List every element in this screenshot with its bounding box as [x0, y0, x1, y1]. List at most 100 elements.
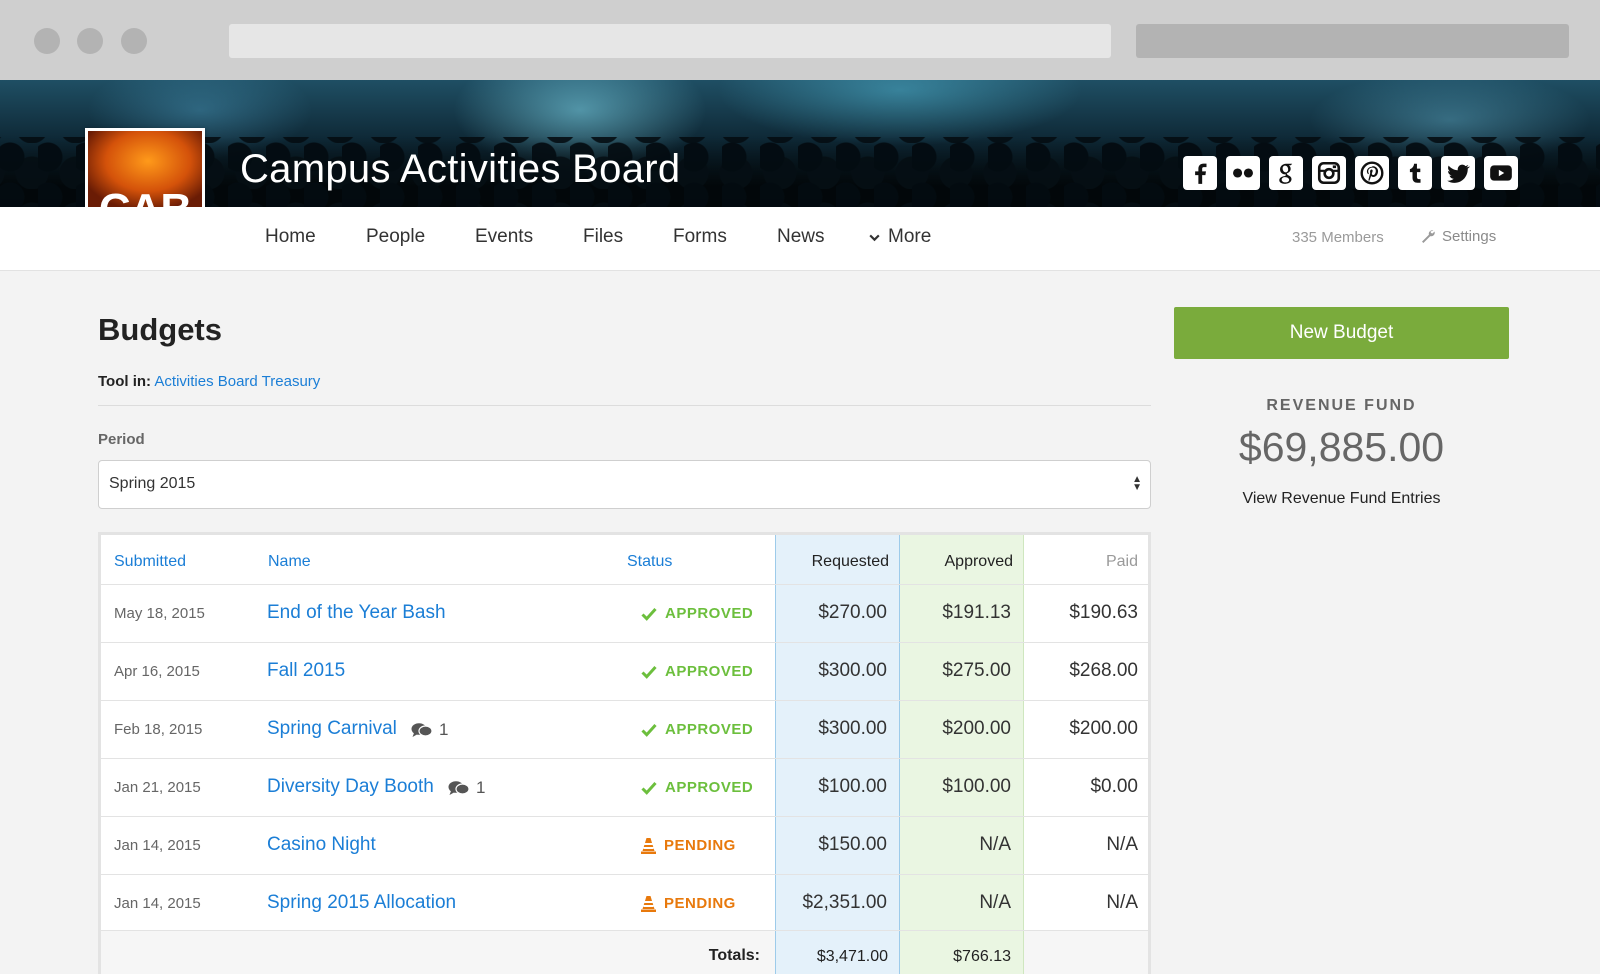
comment-count[interactable]: 1 — [411, 720, 448, 740]
address-bar[interactable] — [229, 24, 1111, 58]
nav-forms[interactable]: Forms — [673, 226, 727, 248]
paid-amount: $268.00 — [1069, 660, 1138, 681]
requested-amount: $270.00 — [818, 602, 887, 623]
settings-label: Settings — [1442, 228, 1497, 245]
budget-name-link[interactable]: Spring 2015 Allocation — [267, 892, 456, 914]
submitted-date: Jan 14, 2015 — [114, 895, 201, 912]
table-row[interactable]: May 18, 2015 End of the Year Bash APPROVED… — [101, 584, 1148, 642]
header-banner: Campus Activities Board — [0, 80, 1600, 207]
status-badge: APPROVED — [641, 721, 753, 738]
members-count[interactable]: 335 Members — [1292, 229, 1384, 246]
requested-amount: $150.00 — [818, 834, 887, 855]
google-plus-icon[interactable] — [1269, 156, 1303, 190]
header-requested: Requested — [811, 553, 889, 570]
budget-name-link[interactable]: End of the Year Bash — [267, 602, 446, 624]
nav-news[interactable]: News — [777, 226, 825, 248]
period-value: Spring 2015 — [109, 475, 196, 492]
facebook-icon[interactable] — [1183, 156, 1217, 190]
paid-amount: $190.63 — [1069, 602, 1138, 623]
twitter-icon[interactable] — [1441, 156, 1475, 190]
comments-icon — [448, 780, 470, 795]
revenue-fund-label: REVENUE FUND — [1266, 397, 1417, 414]
nav-more-label: More — [888, 226, 932, 247]
tool-in-label: Tool in: — [98, 373, 152, 390]
table-row[interactable]: Jan 14, 2015 Casino Night PENDING $150.00 N/… — [101, 816, 1148, 874]
status-label: APPROVED — [665, 779, 754, 796]
instagram-icon[interactable] — [1312, 156, 1346, 190]
pinterest-icon[interactable] — [1355, 156, 1389, 190]
window-maximize-dot[interactable] — [121, 28, 147, 54]
comment-count-value: 1 — [476, 778, 486, 797]
approved-amount: N/A — [979, 892, 1011, 913]
approved-amount: $275.00 — [942, 660, 1011, 681]
period-select[interactable]: Spring 2015 ▲ ▼ — [98, 460, 1151, 509]
submitted-date: May 18, 2015 — [114, 605, 205, 622]
approved-amount: $100.00 — [942, 776, 1011, 797]
comment-count[interactable]: 1 — [448, 778, 485, 798]
nav-home[interactable]: Home — [265, 226, 316, 248]
requested-amount: $2,351.00 — [802, 892, 887, 913]
revenue-fund-value: $69,885.00 — [1238, 424, 1445, 470]
budget-name-link[interactable]: Diversity Day Booth — [267, 776, 434, 798]
table-row[interactable]: Jan 21, 2015 Diversity Day Booth 1 APPROVED… — [101, 758, 1148, 816]
paid-amount: $200.00 — [1069, 718, 1138, 739]
table-row[interactable]: Apr 16, 2015 Fall 2015 APPROVED $300.00 $275… — [101, 642, 1148, 700]
requested-amount: $300.00 — [818, 718, 887, 739]
social-links — [1183, 156, 1518, 190]
check-icon — [641, 665, 657, 679]
totals-label: Totals: — [708, 947, 760, 964]
traffic-cone-icon — [641, 838, 656, 854]
approved-amount: N/A — [979, 834, 1011, 855]
budget-name-link[interactable]: Casino Night — [267, 834, 376, 856]
tool-in-link[interactable]: Activities Board Treasury — [154, 373, 320, 390]
approved-amount: $200.00 — [942, 718, 1011, 739]
header-name[interactable]: Name — [268, 553, 311, 571]
status-label: APPROVED — [665, 663, 754, 680]
submitted-date: Jan 21, 2015 — [114, 779, 201, 796]
new-budget-button[interactable]: New Budget — [1174, 307, 1509, 359]
table-header: Submitted Name Status Requested Approved… — [101, 535, 1148, 584]
status-label: PENDING — [664, 895, 736, 912]
youtube-icon[interactable] — [1484, 156, 1518, 190]
flickr-icon[interactable] — [1226, 156, 1260, 190]
status-label: PENDING — [664, 837, 736, 854]
approved-amount: $191.13 — [942, 602, 1011, 623]
totals-approved: $766.13 — [953, 948, 1011, 965]
main-nav: Home People Events Files Forms News More… — [0, 207, 1600, 271]
view-revenue-fund-link[interactable]: View Revenue Fund Entries — [1174, 490, 1509, 508]
status-label: APPROVED — [665, 605, 754, 622]
table-row[interactable]: Feb 18, 2015 Spring Carnival 1 APPROVED $300… — [101, 700, 1148, 758]
status-badge: APPROVED — [641, 663, 753, 680]
header-submitted[interactable]: Submitted — [114, 553, 186, 571]
table-row[interactable]: Jan 14, 2015 Spring 2015 Allocation PENDIN… — [101, 874, 1148, 932]
check-icon — [641, 607, 657, 621]
paid-amount: $0.00 — [1090, 776, 1138, 797]
header-status[interactable]: Status — [627, 553, 672, 571]
requested-amount: $300.00 — [818, 660, 887, 681]
budget-name-link[interactable]: Spring Carnival — [267, 718, 397, 740]
nav-files[interactable]: Files — [583, 226, 623, 248]
status-badge: PENDING — [641, 895, 736, 912]
divider — [98, 405, 1151, 406]
submitted-date: Jan 14, 2015 — [114, 837, 201, 854]
window-minimize-dot[interactable] — [77, 28, 103, 54]
browser-search-bar[interactable] — [1136, 24, 1569, 58]
requested-amount: $100.00 — [818, 776, 887, 797]
budget-name-link[interactable]: Fall 2015 — [267, 660, 345, 682]
settings-link[interactable]: Settings — [1420, 228, 1496, 245]
status-label: APPROVED — [665, 721, 754, 738]
chevron-down-icon — [869, 234, 880, 241]
tumblr-icon[interactable] — [1398, 156, 1432, 190]
paid-amount: N/A — [1106, 834, 1138, 855]
nav-people[interactable]: People — [366, 226, 425, 248]
nav-events[interactable]: Events — [475, 226, 533, 248]
comments-icon — [411, 722, 433, 737]
wrench-icon — [1422, 229, 1435, 243]
totals-requested: $3,471.00 — [816, 948, 888, 965]
tool-in: Tool in: Activities Board Treasury — [98, 373, 320, 390]
status-badge: APPROVED — [641, 605, 753, 622]
window-close-dot[interactable] — [34, 28, 60, 54]
comment-count-value: 1 — [439, 720, 449, 739]
header-paid: Paid — [1105, 553, 1138, 570]
nav-more[interactable]: More — [868, 226, 931, 248]
